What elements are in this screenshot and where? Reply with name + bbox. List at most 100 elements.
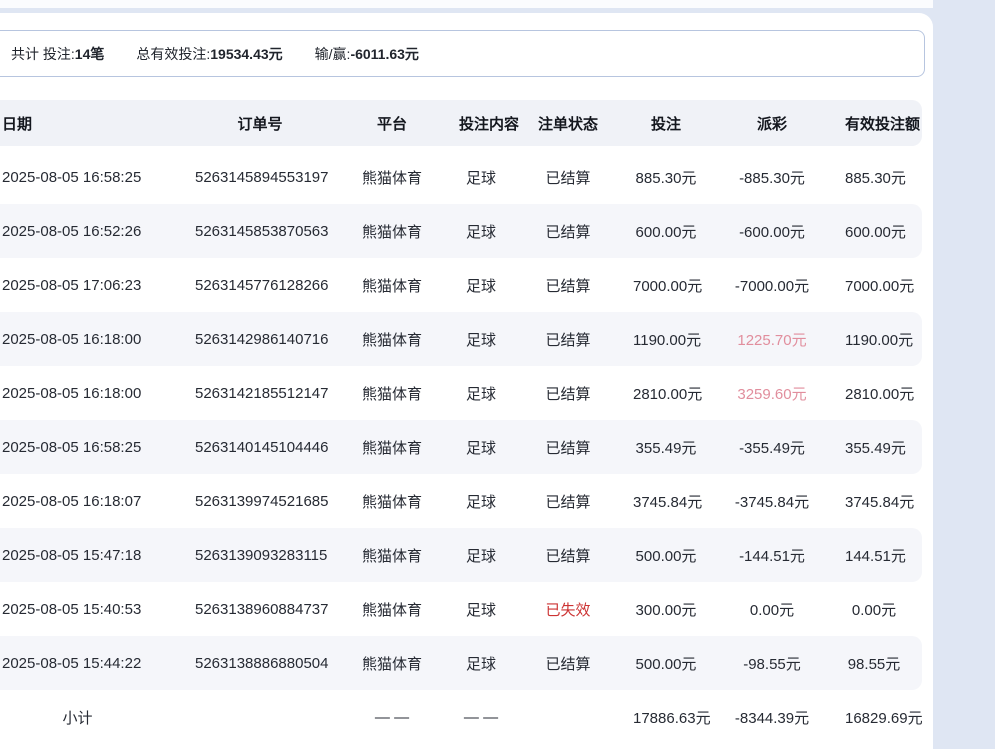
subtotal-content-dash: — —	[459, 709, 503, 726]
table-row: 2025-08-05 16:18:07 5263139974521685 熊猫体…	[0, 474, 922, 528]
cell-date: 2025-08-05 16:52:26	[0, 223, 195, 240]
cell-platform: 熊猫体育	[325, 221, 459, 242]
col-header-payout: 派彩	[699, 113, 845, 134]
cell-date: 2025-08-05 15:40:53	[0, 601, 195, 618]
cell-content: 足球	[459, 329, 503, 350]
cell-date: 2025-08-05 16:18:00	[0, 385, 195, 402]
col-header-date: 日期	[0, 113, 195, 134]
table-row: 2025-08-05 17:06:23 5263145776128266 熊猫体…	[0, 258, 922, 312]
summary-total-count: 14笔	[75, 46, 105, 62]
summary-winloss-amount: -6011.63元	[350, 46, 419, 62]
cell-order: 5263145894553197	[195, 169, 325, 186]
subtotal-label: 小计	[0, 707, 195, 728]
cell-content: 足球	[459, 383, 503, 404]
col-header-valid: 有效投注额	[845, 113, 903, 134]
cell-date: 2025-08-05 16:58:25	[0, 169, 195, 186]
subtotal-row: 小计 — — — — 17886.63元 -8344.39元 16829.69元	[0, 690, 922, 744]
summary-winloss-label: 输/赢:	[315, 46, 351, 62]
cell-payout: -3745.84元	[699, 491, 845, 512]
cell-content: 足球	[459, 545, 503, 566]
col-header-content: 投注内容	[459, 113, 503, 134]
cell-order: 5263140145104446	[195, 439, 325, 456]
summary-total-label: 共计 投注:	[11, 46, 75, 62]
summary-total-bets: 共计 投注:14笔	[11, 44, 104, 64]
cell-valid: 144.51元	[845, 545, 903, 566]
records-card: 共计 投注:14笔 总有效投注:19534.43元 输/赢:-6011.63元 …	[0, 13, 933, 749]
cell-bet: 500.00元	[633, 653, 699, 674]
col-header-order: 订单号	[195, 113, 325, 134]
table-row: 2025-08-05 15:47:18 5263139093283115 熊猫体…	[0, 528, 922, 582]
cell-bet: 1190.00元	[633, 329, 699, 350]
cell-content: 足球	[459, 491, 503, 512]
cell-content: 足球	[459, 221, 503, 242]
cell-date: 2025-08-05 16:18:07	[0, 493, 195, 510]
cell-valid: 98.55元	[845, 653, 903, 674]
cell-content: 足球	[459, 653, 503, 674]
cell-status: 已结算	[503, 383, 633, 404]
cell-date: 2025-08-05 17:06:23	[0, 277, 195, 294]
cell-status: 已结算	[503, 167, 633, 188]
cell-order: 5263138960884737	[195, 601, 325, 618]
col-header-status: 注单状态	[503, 113, 633, 134]
cell-payout: -355.49元	[699, 437, 845, 458]
cell-payout: 3259.60元	[699, 383, 845, 404]
cell-status: 已结算	[503, 275, 633, 296]
cell-bet: 885.30元	[633, 167, 699, 188]
cell-bet: 500.00元	[633, 545, 699, 566]
cell-payout: 1225.70元	[699, 329, 845, 350]
table-row: 2025-08-05 16:18:00 5263142986140716 熊猫体…	[0, 312, 922, 366]
subtotal-valid: 16829.69元	[845, 707, 903, 728]
cell-bet: 3745.84元	[633, 491, 699, 512]
table-body: 2025-08-05 16:58:25 5263145894553197 熊猫体…	[0, 150, 922, 690]
cell-platform: 熊猫体育	[325, 329, 459, 350]
summary-valid-label: 总有效投注:	[136, 46, 210, 62]
subtotal-platform-dash: — —	[325, 709, 459, 726]
cell-order: 5263142185512147	[195, 385, 325, 402]
cell-order: 5263139093283115	[195, 547, 325, 564]
cell-content: 足球	[459, 599, 503, 620]
cell-bet: 2810.00元	[633, 383, 699, 404]
cell-order: 5263145853870563	[195, 223, 325, 240]
cell-bet: 355.49元	[633, 437, 699, 458]
cell-status: 已失效	[503, 599, 633, 620]
cell-valid: 355.49元	[845, 437, 903, 458]
cell-status: 已结算	[503, 437, 633, 458]
cell-payout: -600.00元	[699, 221, 845, 242]
cell-valid: 885.30元	[845, 167, 903, 188]
cell-status: 已结算	[503, 221, 633, 242]
cell-bet: 600.00元	[633, 221, 699, 242]
summary-winloss: 输/赢:-6011.63元	[315, 44, 419, 64]
cell-platform: 熊猫体育	[325, 545, 459, 566]
cell-bet: 300.00元	[633, 599, 699, 620]
cell-payout: -7000.00元	[699, 275, 845, 296]
cell-date: 2025-08-05 15:47:18	[0, 547, 195, 564]
table-row: 2025-08-05 16:52:26 5263145853870563 熊猫体…	[0, 204, 922, 258]
cell-platform: 熊猫体育	[325, 653, 459, 674]
cell-date: 2025-08-05 15:44:22	[0, 655, 195, 672]
cell-valid: 0.00元	[845, 599, 903, 620]
cell-content: 足球	[459, 437, 503, 458]
table-row: 2025-08-05 15:40:53 5263138960884737 熊猫体…	[0, 582, 922, 636]
cell-platform: 熊猫体育	[325, 437, 459, 458]
table-row: 2025-08-05 16:58:25 5263145894553197 熊猫体…	[0, 150, 922, 204]
cell-content: 足球	[459, 167, 503, 188]
cell-valid: 1190.00元	[845, 329, 903, 350]
cell-valid: 7000.00元	[845, 275, 903, 296]
bet-records-table: 日期 订单号 平台 投注内容 注单状态 投注 派彩 有效投注额 2025-08-…	[0, 100, 922, 744]
cell-date: 2025-08-05 16:58:25	[0, 439, 195, 456]
col-header-bet: 投注	[633, 113, 699, 134]
cell-order: 5263145776128266	[195, 277, 325, 294]
cell-platform: 熊猫体育	[325, 167, 459, 188]
col-header-platform: 平台	[325, 113, 459, 134]
cell-valid: 2810.00元	[845, 383, 903, 404]
cell-platform: 熊猫体育	[325, 275, 459, 296]
cell-status: 已结算	[503, 545, 633, 566]
cell-bet: 7000.00元	[633, 275, 699, 296]
cell-order: 5263142986140716	[195, 331, 325, 348]
cell-status: 已结算	[503, 491, 633, 512]
cell-platform: 熊猫体育	[325, 599, 459, 620]
subtotal-payout: -8344.39元	[699, 707, 845, 728]
table-row: 2025-08-05 16:18:00 5263142185512147 熊猫体…	[0, 366, 922, 420]
cell-content: 足球	[459, 275, 503, 296]
cell-payout: 0.00元	[699, 599, 845, 620]
